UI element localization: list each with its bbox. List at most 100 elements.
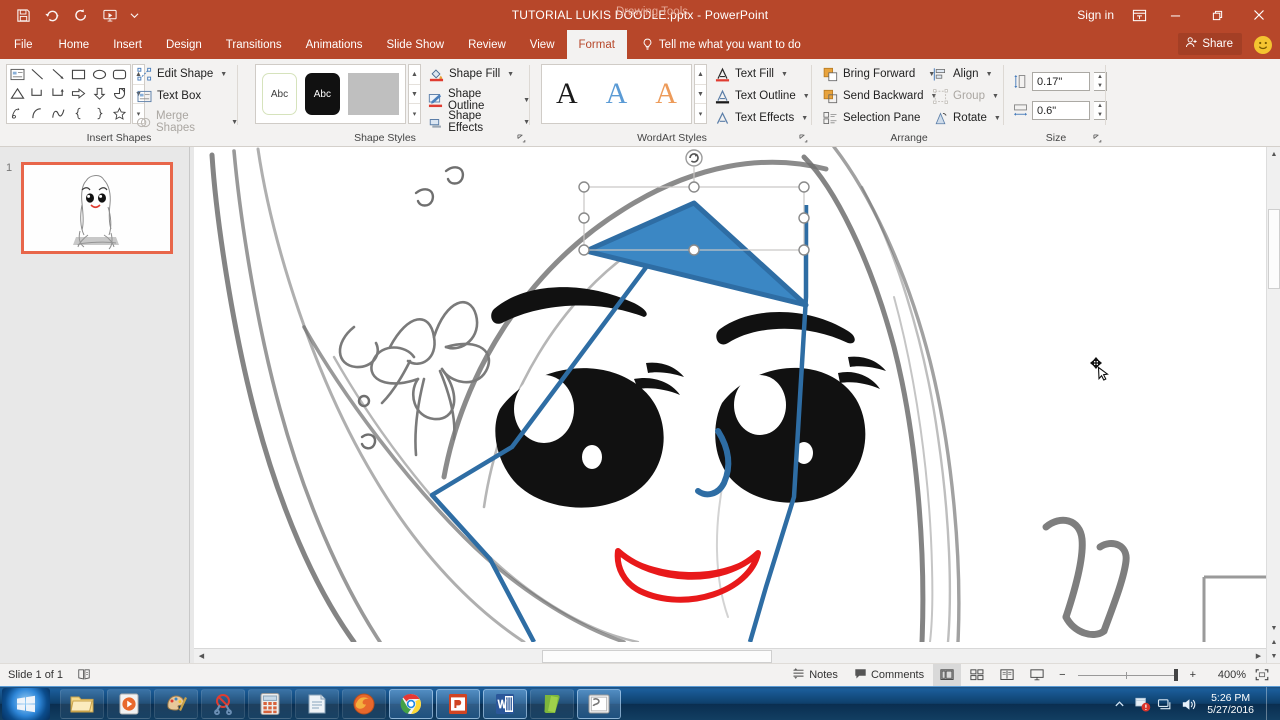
minimize-button[interactable] xyxy=(1154,0,1196,30)
shape-outline-button[interactable]: Shape Outline ▼ xyxy=(428,88,530,112)
wordart-gallery-scroll[interactable]: ▲ ▼ ▾ xyxy=(694,64,707,124)
tab-transitions[interactable]: Transitions xyxy=(214,30,294,59)
horizontal-scroll-thumb[interactable] xyxy=(542,650,772,663)
handle-bottom-left[interactable] xyxy=(578,244,590,256)
shape-styles-gallery[interactable]: Abc Abc xyxy=(255,64,406,124)
line-shape[interactable] xyxy=(28,65,49,84)
snipping-tool-icon[interactable] xyxy=(201,688,245,719)
line-arrow-shape[interactable] xyxy=(48,65,69,84)
elbow-arrow-connector-shape[interactable] xyxy=(48,84,69,103)
tab-home[interactable]: Home xyxy=(47,30,102,59)
textbox-shape[interactable] xyxy=(7,65,28,84)
fit-slide-to-window-button[interactable] xyxy=(1248,664,1276,686)
shape-style-thumb-1[interactable]: Abc xyxy=(262,73,297,115)
text-fill-button[interactable]: Text Fill ▼ xyxy=(714,66,788,82)
text-box-button[interactable]: Text Box xyxy=(136,88,201,104)
scroll-left-icon[interactable]: ◀ xyxy=(194,648,209,664)
align-button[interactable]: Align ▼ xyxy=(932,66,993,82)
rotate-button[interactable]: Rotate ▼ xyxy=(932,110,1001,126)
shape-style-thumb-2[interactable]: Abc xyxy=(304,73,340,115)
volume-icon[interactable] xyxy=(1180,696,1197,713)
calculator-icon[interactable] xyxy=(248,688,292,719)
horizontal-scrollbar[interactable]: ◀ ▶ xyxy=(194,648,1266,664)
wordart-styles-dialog-launcher[interactable] xyxy=(799,134,809,144)
show-hidden-icons-icon[interactable] xyxy=(1111,696,1128,713)
rotate-handle[interactable] xyxy=(685,149,703,167)
chevron-down-icon[interactable]: ▼ xyxy=(803,93,810,100)
zoom-slider-handle[interactable] xyxy=(1173,669,1178,681)
network-icon[interactable] xyxy=(1157,696,1174,713)
shape-styles-dialog-launcher[interactable] xyxy=(517,134,527,144)
camtasia-icon[interactable] xyxy=(577,688,621,719)
scroll-down-icon[interactable]: ▼ xyxy=(1267,621,1280,635)
redo-icon[interactable] xyxy=(68,3,94,27)
zoom-level-label[interactable]: 400% xyxy=(1204,669,1246,681)
freeform-scribble-shape[interactable] xyxy=(7,104,28,123)
size-dialog-launcher[interactable] xyxy=(1093,134,1103,144)
shape-effects-button[interactable]: Shape Effects ▼ xyxy=(428,110,530,134)
shapes-gallery[interactable] xyxy=(6,64,131,124)
chevron-down-icon[interactable]: ▼ xyxy=(992,93,999,100)
tab-insert[interactable]: Insert xyxy=(101,30,154,59)
handle-top-right[interactable] xyxy=(798,181,810,193)
sign-in-button[interactable]: Sign in xyxy=(1067,8,1124,22)
handle-bottom-right[interactable] xyxy=(798,244,810,256)
slide-thumbnail-item[interactable] xyxy=(21,162,173,254)
paint-icon[interactable] xyxy=(154,688,198,719)
slide-sorter-view-button[interactable] xyxy=(963,664,991,686)
vertical-scrollbar[interactable]: ▲ ▼ ▲ ▼ xyxy=(1266,147,1280,663)
tab-slide-show[interactable]: Slide Show xyxy=(375,30,457,59)
wordart-thumb-3[interactable]: A xyxy=(655,79,677,109)
slide-show-view-button[interactable] xyxy=(1023,664,1051,686)
tell-me-search[interactable]: Tell me what you want to do xyxy=(627,30,801,59)
wordart-thumb-1[interactable]: A xyxy=(556,79,578,109)
handle-bottom-center[interactable] xyxy=(688,244,700,256)
handle-top-left[interactable] xyxy=(578,181,590,193)
chevron-down-icon[interactable]: ▼ xyxy=(220,71,227,78)
chevron-down-icon[interactable]: ▼ xyxy=(781,71,788,78)
share-button[interactable]: Share xyxy=(1178,33,1242,55)
zoom-in-button[interactable]: + xyxy=(1184,664,1202,686)
gallery-more-icon[interactable]: ▾ xyxy=(695,104,706,123)
edit-shape-button[interactable]: Edit Shape ▼ xyxy=(136,66,227,82)
shape-style-thumb-3[interactable] xyxy=(347,73,399,115)
tab-design[interactable]: Design xyxy=(154,30,214,59)
tab-view[interactable]: View xyxy=(518,30,567,59)
rectangle-shape[interactable] xyxy=(69,65,90,84)
slide-canvas[interactable]: ▲ ▼ ▲ ▼ xyxy=(194,147,1280,663)
star-shape[interactable] xyxy=(110,104,131,123)
left-brace-shape[interactable] xyxy=(69,104,90,123)
onenote-icon[interactable] xyxy=(530,688,574,719)
gallery-scroll-down-icon[interactable]: ▼ xyxy=(409,85,420,105)
tab-format[interactable]: Format xyxy=(566,30,627,59)
reading-view-button[interactable] xyxy=(993,664,1021,686)
text-outline-button[interactable]: Text Outline ▼ xyxy=(714,88,810,104)
elbow-connector-shape[interactable] xyxy=(28,84,49,103)
handle-top-center[interactable] xyxy=(688,181,700,193)
handle-middle-left[interactable] xyxy=(578,212,590,224)
down-arrow-shape[interactable] xyxy=(89,84,110,103)
curve-shape[interactable] xyxy=(48,104,69,123)
shape-selection-adorner[interactable] xyxy=(194,147,1266,642)
selection-pane-button[interactable]: Selection Pane xyxy=(822,110,920,126)
chevron-down-icon[interactable]: ▼ xyxy=(986,71,993,78)
normal-view-button[interactable] xyxy=(933,664,962,686)
triangle-shape[interactable] xyxy=(7,84,28,103)
windows-explorer-icon[interactable] xyxy=(60,688,104,719)
send-backward-button[interactable]: Send Backward ▼ xyxy=(822,88,937,104)
chevron-down-icon[interactable]: ▼ xyxy=(801,115,808,122)
vertical-scroll-thumb[interactable] xyxy=(1268,209,1280,289)
slide-editing-area[interactable] xyxy=(194,147,1266,642)
right-brace-shape[interactable] xyxy=(89,104,110,123)
previous-slide-icon[interactable]: ▲ xyxy=(1267,635,1280,649)
notepad-icon[interactable] xyxy=(295,688,339,719)
next-slide-icon[interactable]: ▼ xyxy=(1267,649,1280,663)
comments-button[interactable]: Comments xyxy=(847,664,931,686)
chrome-icon[interactable] xyxy=(389,688,433,719)
handle-middle-right[interactable] xyxy=(798,212,810,224)
shape-width-input[interactable]: 0.6" xyxy=(1032,101,1090,120)
gallery-more-icon[interactable]: ▾ xyxy=(409,104,420,123)
group-button[interactable]: Group ▼ xyxy=(932,88,999,104)
start-presentation-icon[interactable] xyxy=(97,3,123,27)
wordart-thumb-2[interactable]: A xyxy=(606,79,628,109)
